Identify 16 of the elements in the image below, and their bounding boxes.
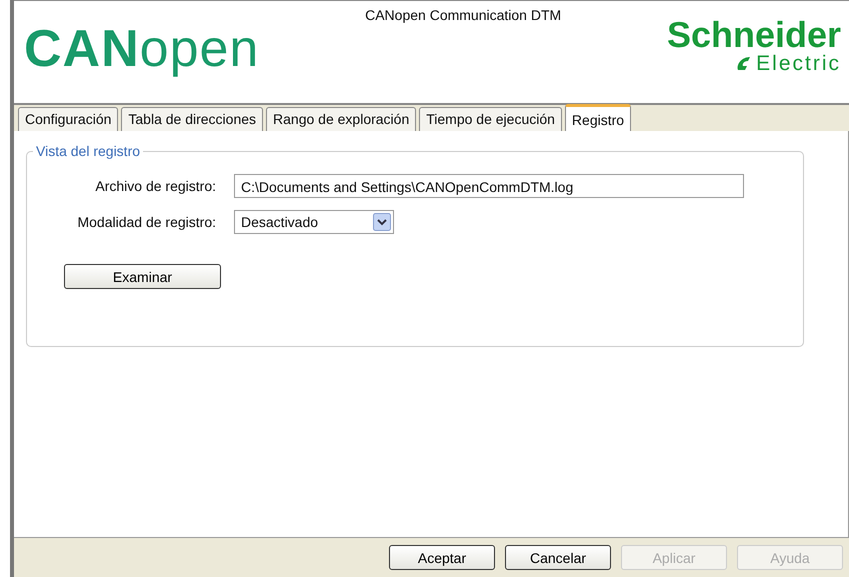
dropdown[interactable]: Desactivado: [234, 210, 394, 234]
input-field[interactable]: C:\Documents and Settings\CANOpenCommDTM.log: [234, 174, 744, 198]
browse-button[interactable]: Examinar: [64, 264, 221, 289]
dialog-button[interactable]: Aceptar: [389, 545, 495, 570]
tab[interactable]: Configuración: [18, 107, 118, 131]
tab[interactable]: Registro: [564, 104, 632, 131]
brand-subtitle: Electric: [756, 53, 841, 74]
dialog-button[interactable]: Cancelar: [505, 545, 611, 570]
tab[interactable]: Tiempo de ejecución: [419, 107, 562, 131]
window-title: CANopen Communication DTM: [365, 6, 562, 25]
logo-text: CANopen: [24, 23, 260, 75]
field-label: Archivo de registro:: [94, 176, 217, 196]
tab[interactable]: Tabla de direcciones: [121, 107, 264, 131]
brand-name: Schneider: [666, 17, 841, 53]
field-label: Modalidad de registro:: [76, 212, 217, 232]
tab[interactable]: Rango de exploración: [266, 107, 416, 131]
